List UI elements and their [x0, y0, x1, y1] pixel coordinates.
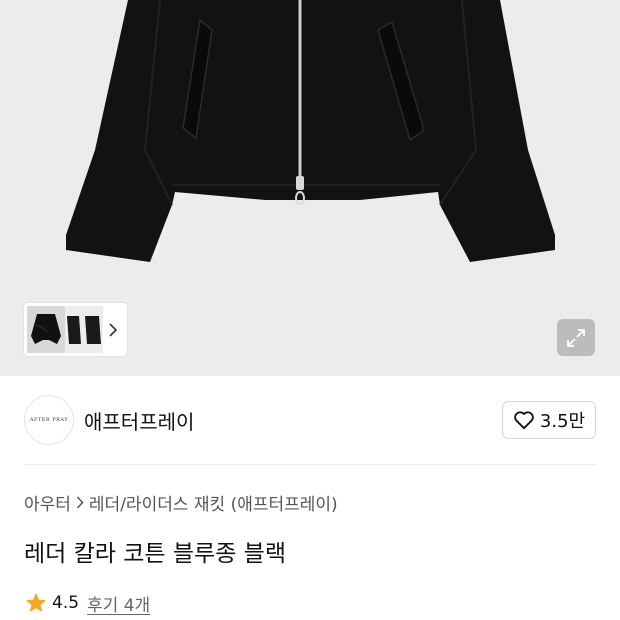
- chevron-right-icon[interactable]: [103, 306, 123, 353]
- star-icon: [26, 593, 46, 612]
- like-count: 3.5만: [539, 411, 586, 432]
- product-title: 레더 칼라 코튼 블루종 블랙: [24, 541, 287, 567]
- rating-row: 4.5 후기 4개: [24, 590, 150, 616]
- brand-logo[interactable]: AFTER PRAY: [24, 395, 74, 445]
- expand-button[interactable]: [557, 319, 595, 356]
- thumbnail-strip: [24, 303, 127, 356]
- rating-score: 4.5: [52, 593, 80, 613]
- thumbnail-2[interactable]: [65, 306, 103, 353]
- brand-row: AFTER PRAY 애프터프레이 3.5만: [24, 394, 596, 446]
- heart-icon: [514, 411, 534, 430]
- thumbnail-1[interactable]: [27, 306, 65, 353]
- brand-name[interactable]: 애프터프레이: [84, 406, 194, 435]
- brand-logo-text: AFTER PRAY: [29, 417, 69, 423]
- product-image[interactable]: [0, 0, 620, 376]
- expand-arrows-icon: [567, 328, 585, 347]
- divider: [24, 464, 596, 465]
- breadcrumb-item-outer[interactable]: 아우터: [24, 490, 71, 515]
- like-button[interactable]: 3.5만: [502, 401, 596, 439]
- chevron-right-icon: [71, 495, 89, 509]
- breadcrumb-item-category[interactable]: 레더/라이더스 재킷 (애프터프레이): [89, 490, 338, 515]
- breadcrumb: 아우터 레더/라이더스 재킷 (애프터프레이): [24, 490, 338, 515]
- review-count-link[interactable]: 후기 4개: [87, 591, 150, 616]
